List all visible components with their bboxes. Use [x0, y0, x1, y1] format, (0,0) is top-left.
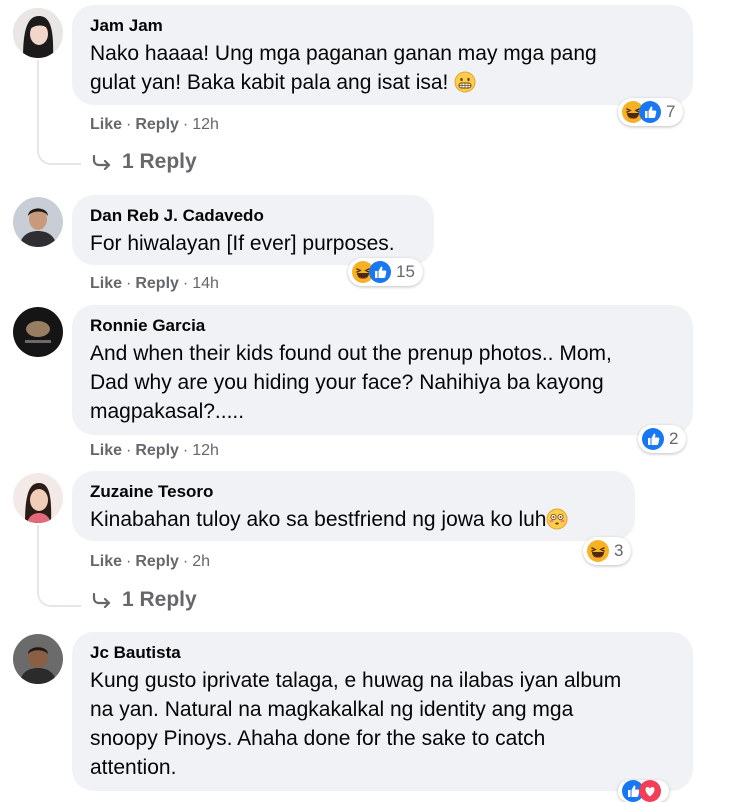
reaction-summary[interactable] — [618, 780, 669, 802]
like-icon — [369, 261, 391, 283]
comment-text-line: For hiwalayan [If ever] purposes. — [90, 232, 395, 255]
avatar-photo — [13, 473, 63, 523]
avatar[interactable] — [13, 634, 63, 684]
avatar[interactable] — [13, 307, 63, 357]
comment-actions: Like · Reply · 12h — [90, 442, 219, 459]
comment-actions: Like · Reply · 2h — [90, 553, 211, 570]
like-button[interactable]: Like — [90, 275, 122, 292]
avatar[interactable] — [13, 197, 63, 247]
like-icon — [639, 101, 661, 123]
comment-bubble: Jc Bautista Kung gusto iprivate talaga, … — [72, 632, 693, 791]
avatar-photo — [13, 634, 63, 684]
comment-author[interactable]: Zuzaine Tesoro — [90, 481, 619, 503]
like-button[interactable]: Like — [90, 442, 122, 459]
comment-author[interactable]: Jc Bautista — [90, 642, 677, 664]
reply-button[interactable]: Reply — [135, 116, 179, 133]
timestamp[interactable]: 14h — [192, 275, 219, 292]
comment-bubble: Ronnie Garcia And when their kids found … — [72, 305, 693, 435]
avatar-photo — [13, 8, 63, 58]
comment-actions: Like · Reply · 14h — [90, 275, 219, 292]
comment-author[interactable]: Jam Jam — [90, 15, 677, 37]
comment-author[interactable]: Ronnie Garcia — [90, 315, 677, 337]
comment-actions: Like · Reply · 12h — [90, 116, 219, 133]
comment-text-line: Kung gusto iprivate talaga, e huwag na i… — [90, 669, 622, 692]
comment-text-line: attention. — [90, 756, 177, 779]
love-icon — [639, 780, 661, 802]
reply-button[interactable]: Reply — [135, 275, 179, 292]
flushed-emoji-icon — [546, 508, 568, 530]
avatar[interactable] — [13, 8, 63, 58]
comment-text-line: Dad why are you hiding your face? Nahihi… — [90, 371, 604, 394]
thread-line — [37, 525, 81, 607]
timestamp[interactable]: 12h — [192, 116, 219, 133]
reaction-count: 7 — [666, 102, 676, 121]
avatar[interactable] — [13, 473, 63, 523]
comment-text-line: magpakasal?..... — [90, 400, 245, 423]
reply-arrow-icon — [92, 592, 112, 608]
reply-button[interactable]: Reply — [135, 442, 179, 459]
reaction-summary[interactable]: 15 — [348, 258, 423, 286]
reaction-summary[interactable]: 3 — [583, 537, 632, 565]
reaction-summary[interactable]: 2 — [638, 425, 687, 453]
comment-bubble: Jam Jam Nako haaaa! Ung mga paganan gana… — [72, 5, 693, 105]
like-button[interactable]: Like — [90, 116, 122, 133]
reaction-count: 2 — [669, 429, 679, 448]
comment-text-line: gulat yan! Baka kabit pala ang isat isa! — [90, 68, 677, 97]
view-replies-link[interactable]: 1 Reply — [92, 588, 197, 612]
timestamp[interactable]: 2h — [192, 553, 210, 570]
comment-author[interactable]: Dan Reb J. Cadavedo — [90, 205, 418, 227]
reaction-summary[interactable]: 7 — [618, 98, 684, 126]
reaction-count: 15 — [396, 262, 415, 281]
view-replies-link[interactable]: 1 Reply — [92, 150, 197, 174]
comment-text-line: And when their kids found out the prenup… — [90, 342, 612, 365]
avatar-photo — [13, 307, 63, 357]
comment-text-line: Nako haaaa! Ung mga paganan ganan may mg… — [90, 42, 597, 65]
avatar-photo — [13, 197, 63, 247]
reply-button[interactable]: Reply — [135, 553, 179, 570]
replies-count: 1 Reply — [122, 150, 197, 173]
comment-text-line: na yan. Natural na magkakalkal ng identi… — [90, 698, 574, 721]
replies-count: 1 Reply — [122, 588, 197, 611]
like-button[interactable]: Like — [90, 553, 122, 570]
haha-icon — [587, 540, 609, 562]
reply-arrow-icon — [92, 154, 112, 170]
comment-text-line: snoopy Pinoys. Ahaha done for the sake t… — [90, 727, 546, 750]
grin-emoji-icon — [454, 71, 476, 93]
comment-bubble: Dan Reb J. Cadavedo For hiwalayan [If ev… — [72, 195, 434, 265]
like-icon — [642, 428, 664, 450]
reaction-count: 3 — [614, 541, 624, 560]
comment-text-line: Kinabahan tuloy ako sa bestfriend ng jow… — [90, 505, 619, 534]
comment-bubble: Zuzaine Tesoro Kinabahan tuloy ako sa be… — [72, 471, 635, 541]
timestamp[interactable]: 12h — [192, 442, 219, 459]
